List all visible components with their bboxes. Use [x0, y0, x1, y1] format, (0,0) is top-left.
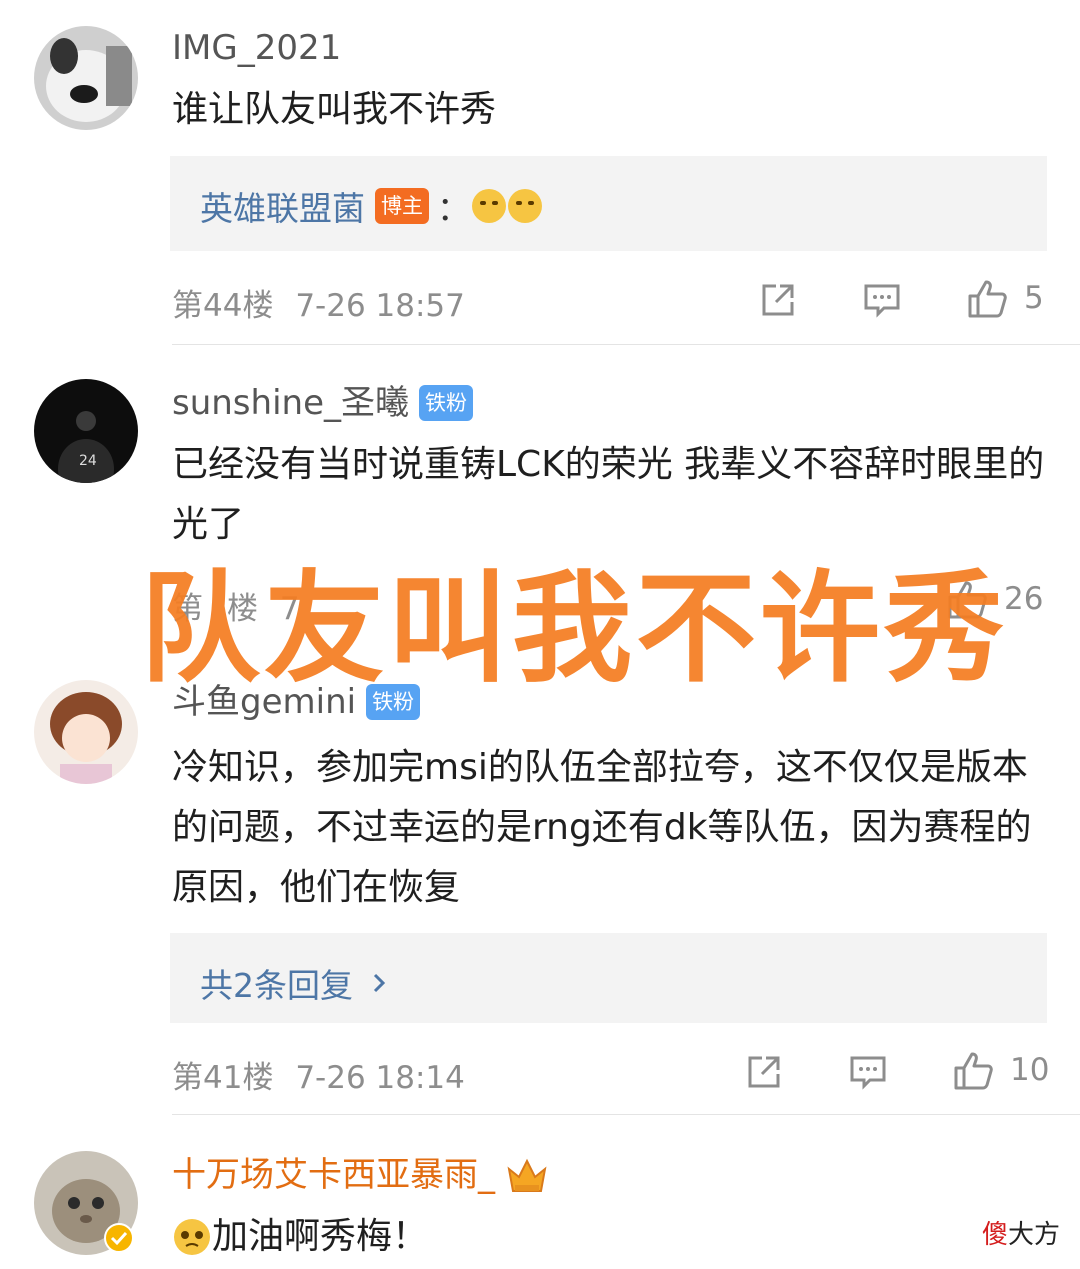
vip-crown-icon [507, 1158, 547, 1192]
floor-number: 第44楼 [172, 288, 274, 324]
replies-count-text: 共2条回复 [200, 966, 353, 1005]
comment-meta: 第41楼 7-26 18:14 [172, 1052, 465, 1097]
anime-avatar-image [34, 680, 138, 784]
avatar[interactable]: 24 [34, 379, 138, 483]
replies-box[interactable]: 共2条回复 [170, 933, 1047, 1023]
like-count: 5 [1024, 280, 1044, 316]
laugh-cry-emoji-icon [508, 189, 542, 223]
comment-date: 7-26 18:57 [295, 288, 465, 324]
comment-text-content: 加油啊秀梅！ [212, 1216, 429, 1257]
forward-icon [748, 1056, 780, 1088]
corner-watermark: 傻大方 [982, 1214, 1060, 1251]
comment-button[interactable] [862, 280, 902, 320]
verified-icon [104, 1223, 134, 1253]
avatar[interactable] [34, 26, 138, 130]
corner-watermark-rest: 大方 [1007, 1220, 1060, 1250]
forward-button[interactable] [758, 280, 798, 320]
username[interactable]: 斗鱼gemini 铁粉 [172, 680, 421, 724]
comment-text: 加油啊秀梅！ [172, 1207, 1052, 1267]
username[interactable]: 十万场艾卡西亚暴雨_ [172, 1153, 549, 1197]
fan-badge: 铁粉 [419, 385, 473, 421]
comment-text: 谁让队友叫我不许秀 [172, 89, 497, 130]
comment-text: 冷知识，参加完msi的队伍全部拉夸，这不仅仅是版本的问题，不过幸运的是rng还有… [172, 747, 1032, 908]
comment-item: IMG_2021 谁让队友叫我不许秀 英雄联盟菌 博主 ： 第44楼 7-26 … [0, 0, 1080, 345]
author-badge: 博主 [375, 188, 429, 224]
reply-author[interactable]: 英雄联盟菌 [200, 182, 365, 230]
username[interactable]: IMG_2021 [172, 26, 341, 70]
comment-button[interactable] [848, 1052, 888, 1092]
fan-badge: 铁粉 [366, 684, 421, 720]
dog-avatar-image [34, 26, 138, 130]
username-text[interactable]: sunshine_圣曦 [172, 381, 409, 425]
reply-colon: ： [437, 189, 470, 228]
comment-icon [850, 1056, 886, 1090]
avatar[interactable] [34, 680, 138, 784]
like-count: 26 [1004, 581, 1044, 617]
forward-icon [762, 284, 794, 316]
like-icon [954, 1052, 993, 1090]
comment-item: 十万场艾卡西亚暴雨_ 加油啊秀梅！ [0, 1115, 1080, 1269]
comment-text: 已经没有当时说重铸LCK的荣光 我辈义不容辞时眼里的光了 [172, 444, 1045, 545]
reply-box[interactable]: 英雄联盟菌 博主 ： [170, 156, 1047, 251]
like-count: 10 [1010, 1052, 1050, 1088]
reply-line: 英雄联盟菌 博主 ： [200, 182, 542, 230]
svg-text:24: 24 [79, 453, 97, 469]
corner-watermark-red: 傻 [981, 1220, 1008, 1250]
pleading-emoji-icon [174, 1219, 210, 1255]
comment-item: 斗鱼gemini 铁粉 冷知识，参加完msi的队伍全部拉夸，这不仅仅是版本的问题… [0, 650, 1080, 1115]
laugh-cry-emoji-icon [472, 189, 506, 223]
comment-date: 7-26 18:14 [295, 1060, 465, 1096]
player-avatar-image: 24 [34, 379, 138, 483]
replies-link[interactable]: 共2条回复 [200, 959, 391, 1007]
username-text[interactable]: 十万场艾卡西亚暴雨_ [172, 1153, 495, 1197]
comment-icon [864, 284, 900, 318]
like-icon [968, 280, 1007, 318]
username[interactable]: sunshine_圣曦 铁粉 [172, 381, 473, 425]
chevron-right-icon [373, 973, 386, 993]
floor-number: 第41楼 [172, 1060, 274, 1096]
comment-meta: 第44楼 7-26 18:57 [172, 280, 465, 325]
username-text[interactable]: 斗鱼gemini [172, 680, 356, 724]
like-button[interactable]: 10 [952, 1048, 1049, 1092]
forward-button[interactable] [744, 1052, 784, 1092]
like-button[interactable]: 5 [966, 276, 1044, 320]
